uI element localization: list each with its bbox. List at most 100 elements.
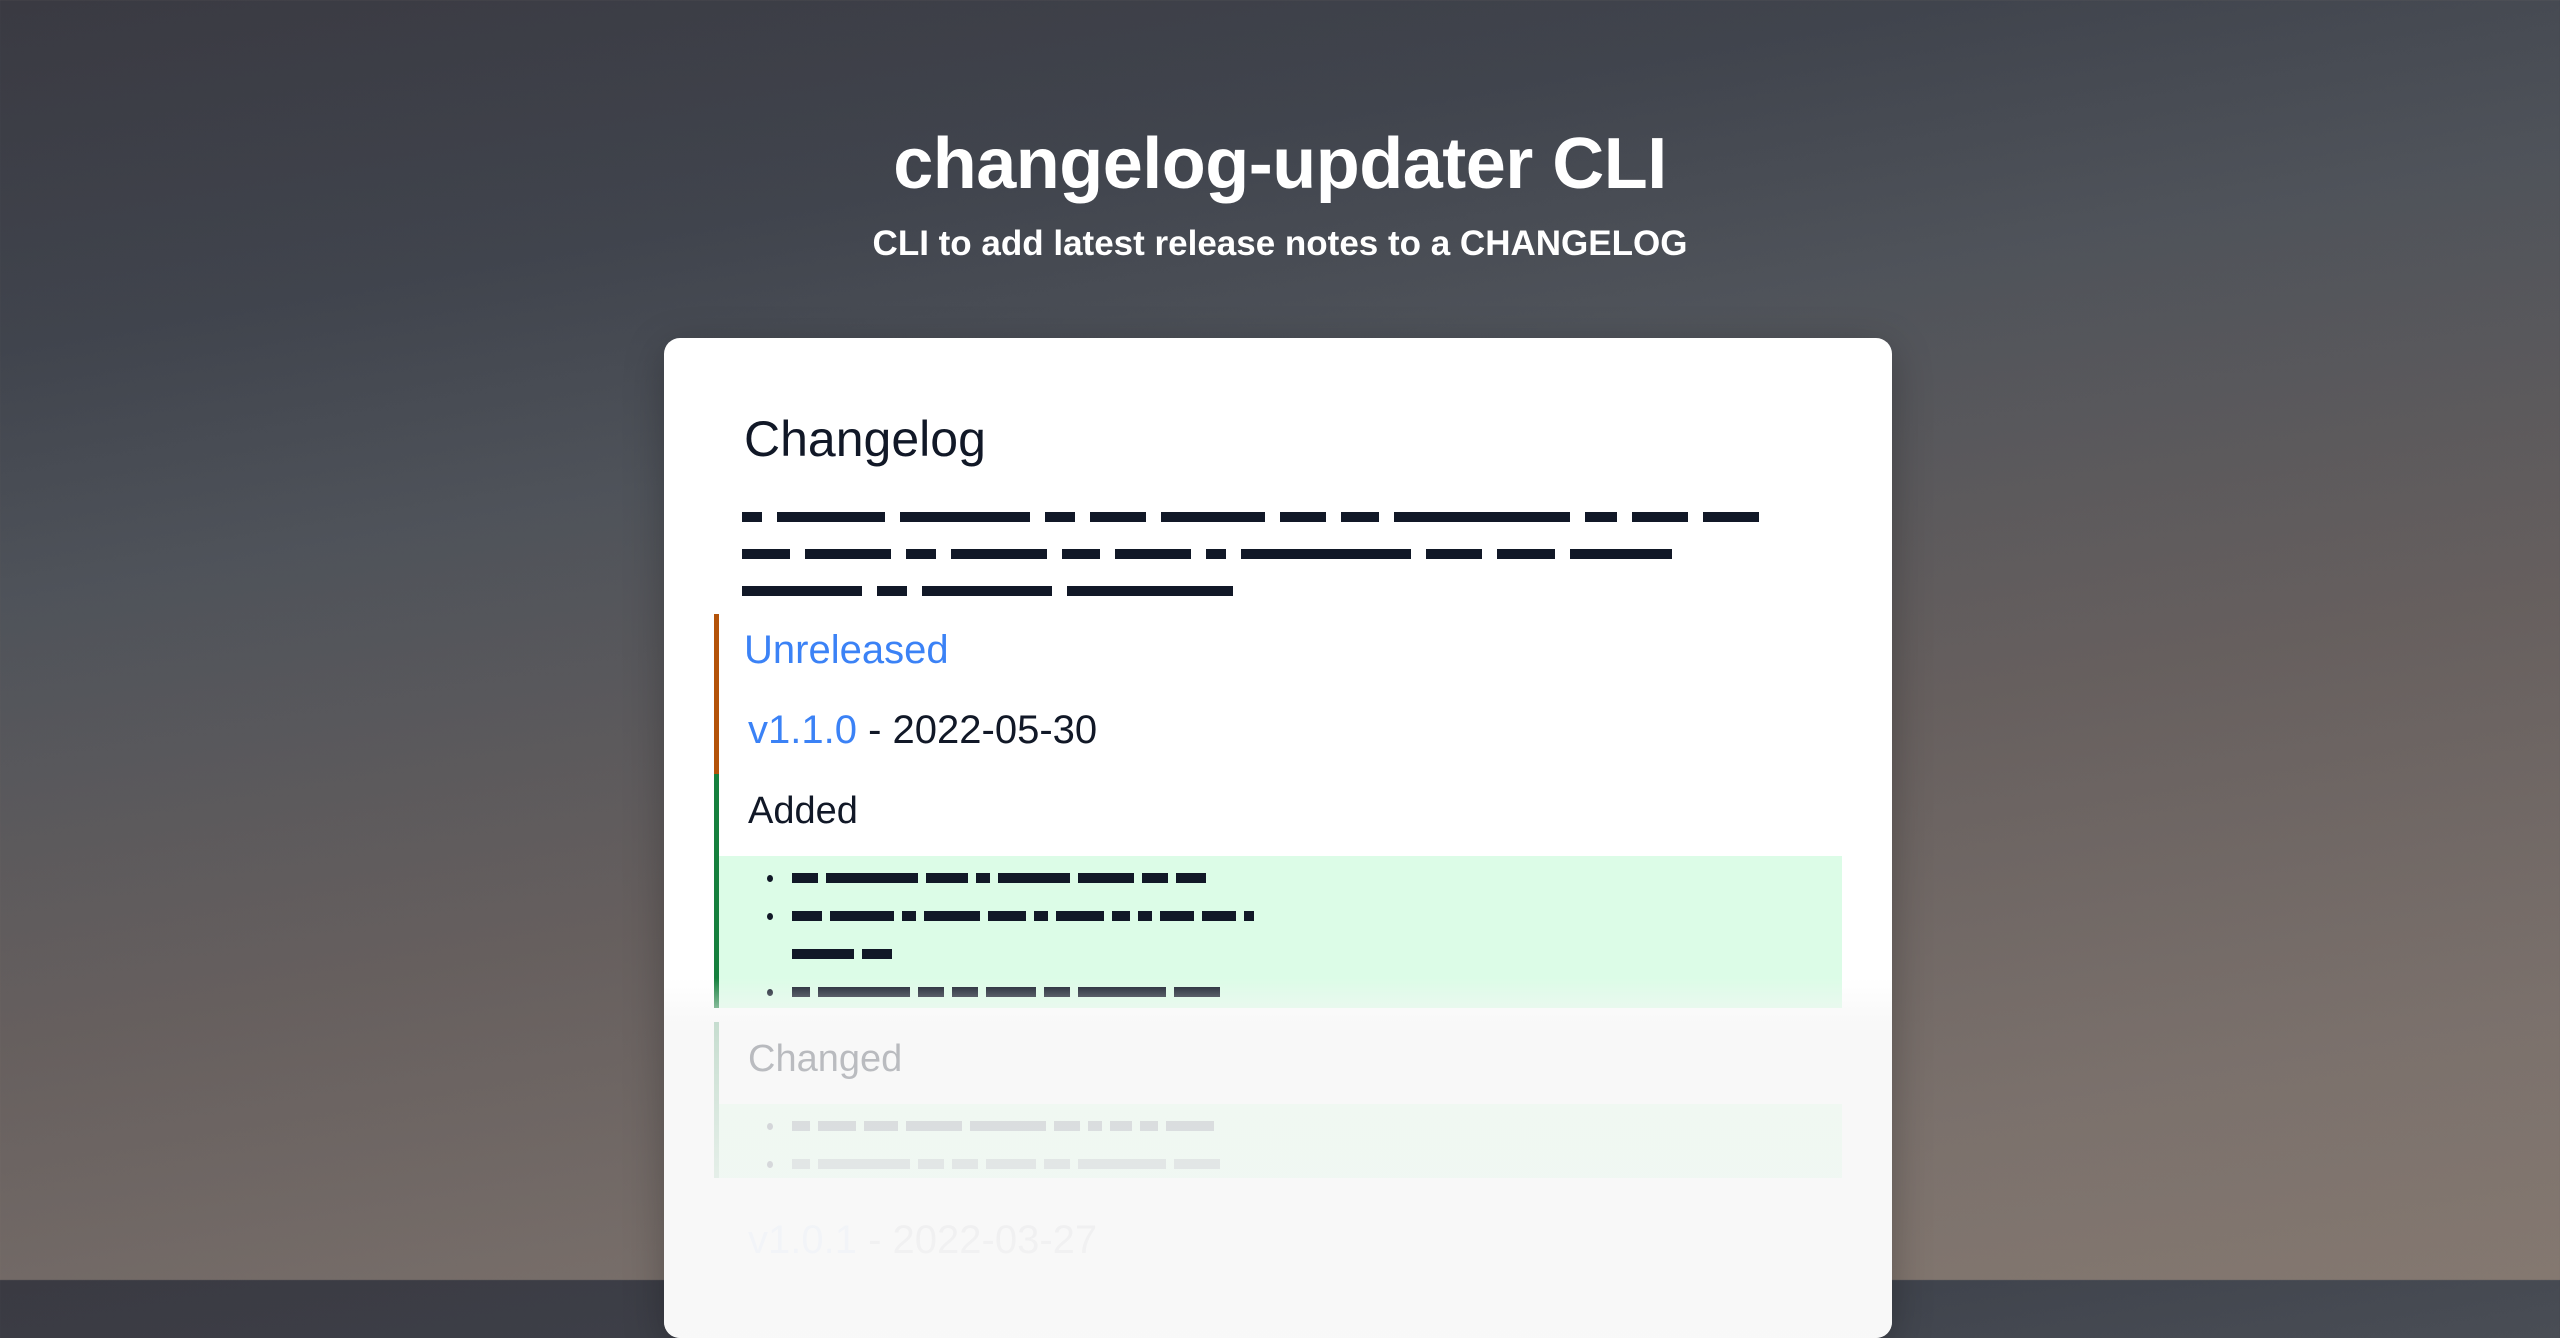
redacted-word [818, 987, 910, 997]
redacted-word [864, 1121, 898, 1131]
redacted-word [1138, 911, 1152, 921]
redacted-word [1140, 1121, 1158, 1131]
redacted-word [970, 1121, 1046, 1131]
redacted-word [792, 949, 854, 959]
redacted-word [988, 911, 1026, 921]
release-version-link[interactable]: v1.1.0 [748, 708, 857, 752]
redacted-word [830, 911, 894, 921]
redacted-word [1394, 511, 1570, 522]
redacted-word [1044, 987, 1070, 997]
redacted-word [818, 1121, 856, 1131]
redacted-word [1176, 873, 1206, 883]
redacted-word [877, 585, 907, 596]
redacted-word [1632, 511, 1688, 522]
redacted-word [1115, 548, 1191, 559]
redacted-word [1078, 987, 1166, 997]
redacted-word [1067, 585, 1233, 596]
redacted-word [1160, 911, 1194, 921]
redacted-word [1585, 511, 1617, 522]
next-release-separator: - [856, 1218, 893, 1262]
section-heading-changed: Changed [748, 1038, 903, 1080]
redacted-word [922, 585, 1052, 596]
redacted-word [777, 511, 885, 522]
changed-list [719, 1104, 1842, 1178]
redacted-word [1034, 911, 1048, 921]
redacted-word [924, 911, 980, 921]
redacted-word [918, 1159, 944, 1169]
redacted-word [906, 548, 936, 559]
redacted-word [792, 1159, 810, 1169]
unreleased-link[interactable]: Unreleased [744, 628, 949, 673]
bullet-icon [767, 913, 773, 920]
redacted-word [1174, 1159, 1220, 1169]
redacted-word [1045, 511, 1075, 522]
redacted-word [1570, 548, 1672, 559]
redacted-text-line [792, 1159, 1228, 1169]
section-heading-added: Added [748, 790, 858, 832]
release-date: 2022-05-30 [892, 708, 1098, 752]
redacted-word [1497, 548, 1555, 559]
redacted-word [792, 987, 810, 997]
redacted-word [1206, 548, 1226, 559]
redacted-word [926, 873, 968, 883]
redacted-word [805, 548, 891, 559]
redacted-text-line [792, 1121, 1222, 1131]
redacted-word [1044, 1159, 1070, 1169]
redacted-word [1056, 911, 1104, 921]
redacted-word [1161, 511, 1265, 522]
bullet-icon [767, 989, 773, 996]
redacted-word [742, 511, 762, 522]
hero: changelog-updater CLI CLI to add latest … [0, 118, 2560, 266]
redacted-word [1078, 1159, 1166, 1169]
changelog-card: Changelog Unreleased v1.1.0 - 2022-05-30… [664, 338, 1892, 1338]
redacted-word [1142, 873, 1168, 883]
redacted-word [742, 548, 790, 559]
page-subtitle: CLI to add latest release notes to a CHA… [872, 224, 1688, 263]
added-list [719, 856, 1842, 1008]
redacted-word [1078, 873, 1134, 883]
redacted-word [1088, 1121, 1102, 1131]
next-release-version-link[interactable]: v1.0.1 [748, 1218, 857, 1262]
release-heading: v1.1.0 - 2022-05-30 [748, 708, 1097, 753]
changelog-heading: Changelog [744, 411, 986, 467]
next-release-heading: v1.0.1 - 2022-03-27 [748, 1218, 1097, 1263]
redacted-text-line [792, 873, 1214, 883]
redacted-word [1174, 987, 1220, 997]
redacted-word [1703, 511, 1759, 522]
redacted-word [902, 911, 916, 921]
redacted-word [1341, 511, 1379, 522]
redacted-word [986, 1159, 1036, 1169]
redacted-word [862, 949, 892, 959]
redacted-word [951, 548, 1047, 559]
redacted-word [998, 873, 1070, 883]
redacted-word [792, 911, 822, 921]
redacted-word [952, 987, 978, 997]
intro-paragraph-redacted [742, 498, 1822, 609]
unreleased-accent-bar [714, 614, 719, 774]
redacted-word [792, 873, 818, 883]
redacted-text-line [792, 987, 1228, 997]
redacted-word [1241, 548, 1411, 559]
redacted-text-line [742, 535, 1822, 572]
redacted-word [918, 987, 944, 997]
redacted-word [742, 585, 862, 596]
redacted-word [1280, 511, 1326, 522]
redacted-word [1166, 1121, 1214, 1131]
redacted-word [1110, 1121, 1132, 1131]
redacted-word [1090, 511, 1146, 522]
redacted-word [906, 1121, 962, 1131]
redacted-word [986, 987, 1036, 997]
redacted-text-line [792, 949, 900, 959]
redacted-word [1202, 911, 1236, 921]
redacted-word [1244, 911, 1254, 921]
redacted-word [818, 1159, 910, 1169]
bullet-icon [767, 1123, 773, 1130]
redacted-word [1054, 1121, 1080, 1131]
redacted-word [1426, 548, 1482, 559]
release-separator: - [856, 708, 893, 752]
redacted-text-line [792, 911, 1262, 921]
bullet-icon [767, 1161, 773, 1168]
redacted-word [826, 873, 918, 883]
next-release-date: 2022-03-27 [892, 1218, 1098, 1262]
bullet-icon [767, 875, 773, 882]
